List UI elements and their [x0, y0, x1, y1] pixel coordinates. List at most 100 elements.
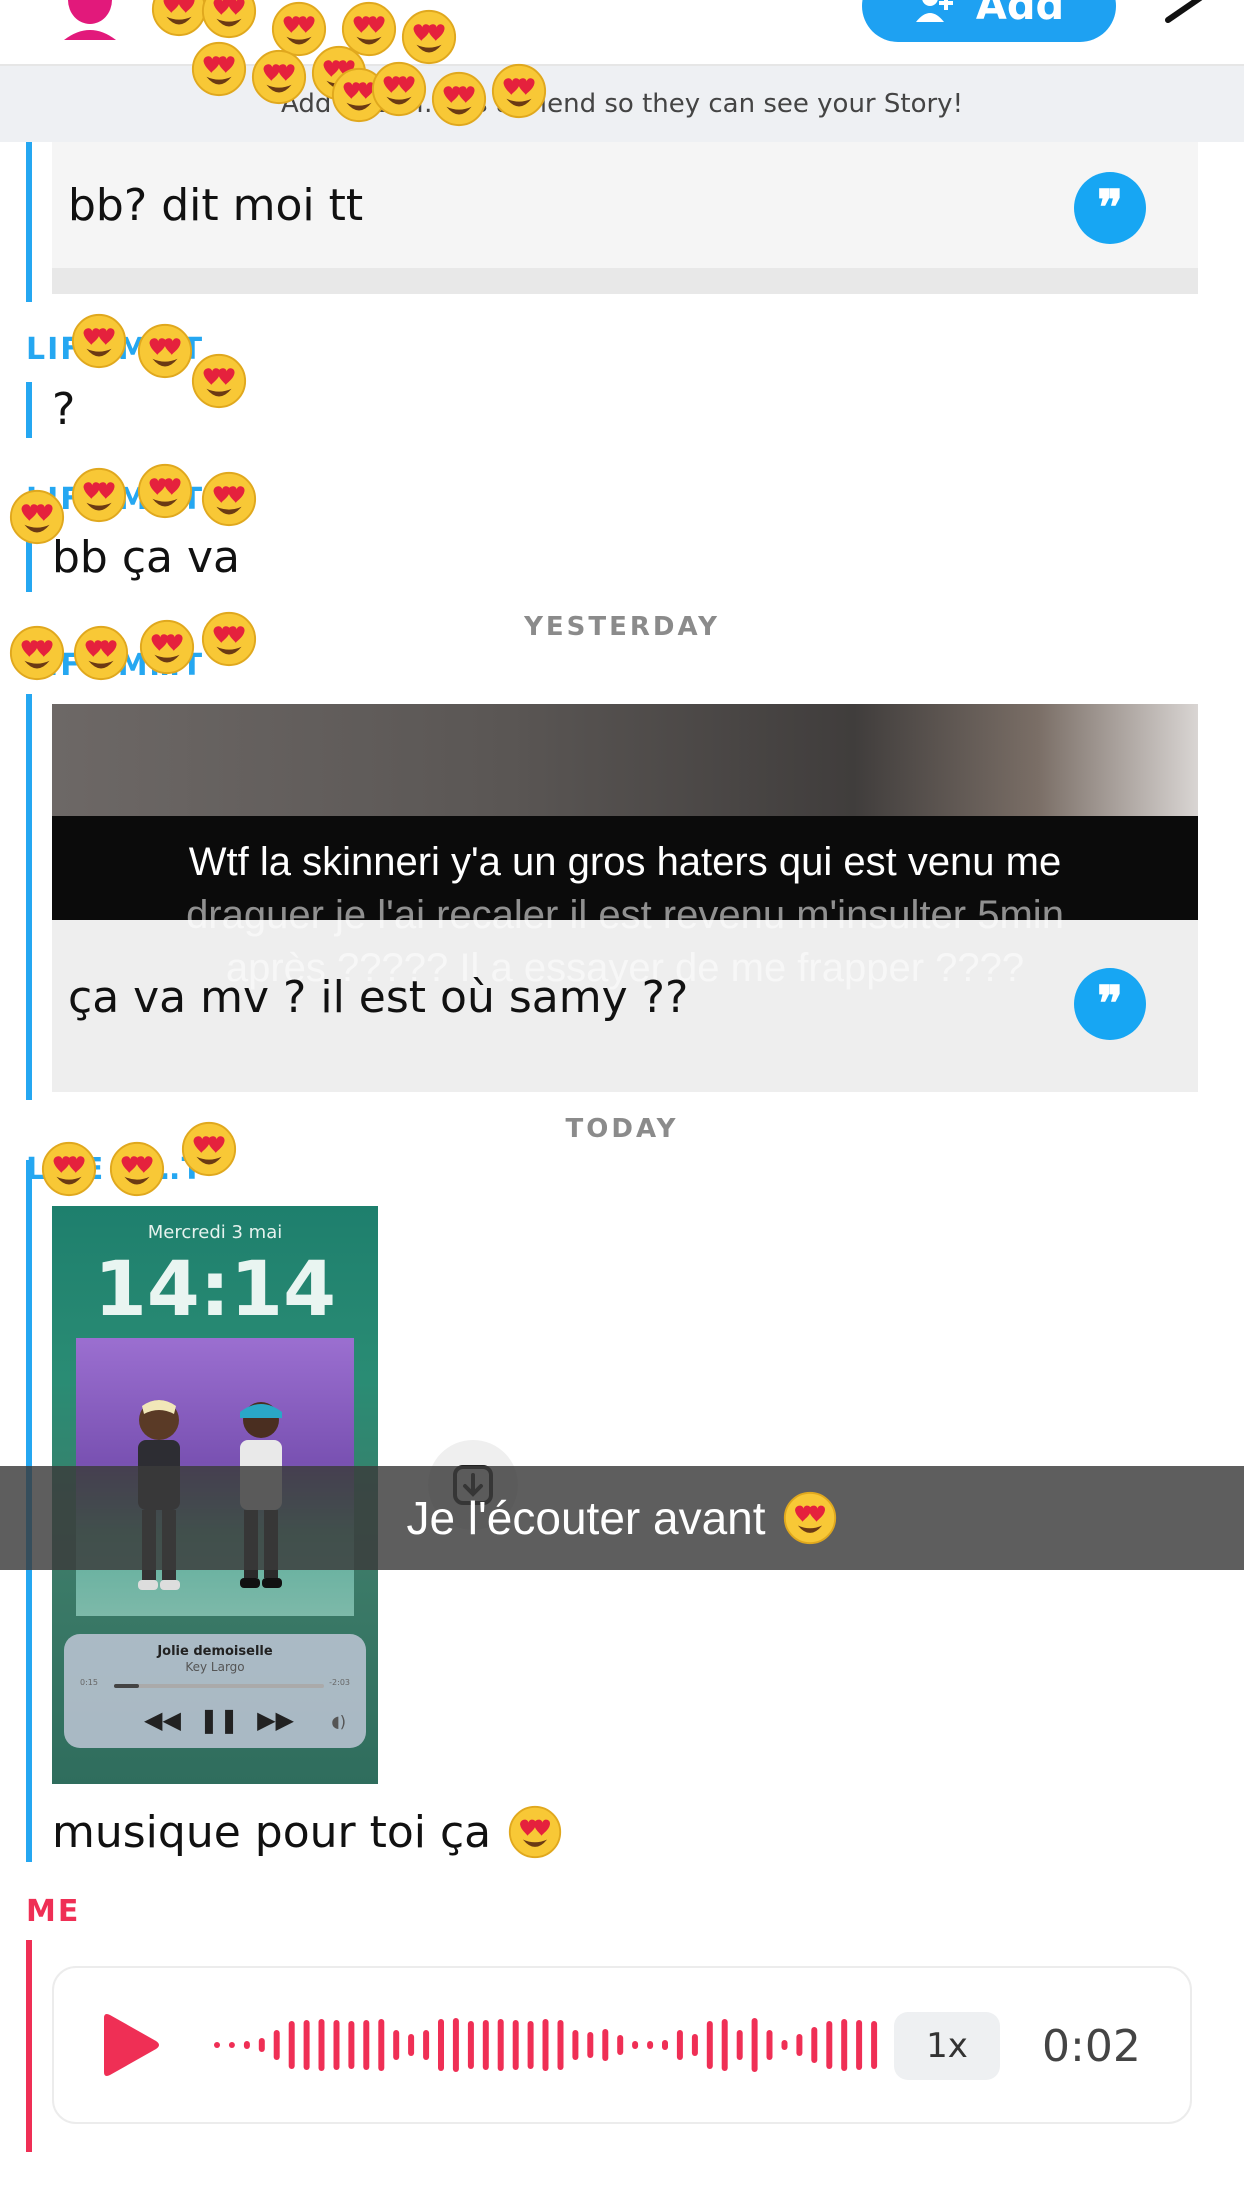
add-user-icon — [915, 0, 953, 22]
avatar[interactable] — [60, 0, 120, 42]
waveform-bar — [258, 2038, 265, 2052]
heart-eyes-emoji-icon — [180, 1120, 238, 1178]
waveform-bar — [676, 2030, 683, 2060]
heart-eyes-emoji-icon — [490, 62, 548, 120]
quote-reply-icon[interactable]: ❞ — [1074, 172, 1146, 244]
waveform-bar — [781, 2040, 788, 2050]
waveform-bar — [662, 2040, 668, 2050]
snap-overlay-caption: Je l'écouter avant — [0, 1466, 1244, 1570]
voice-note: 1x 0:02 — [52, 1966, 1192, 2124]
waveform-bar — [856, 2020, 863, 2070]
waveform-bar — [617, 2035, 624, 2055]
heart-eyes-emoji-icon — [138, 618, 196, 676]
quote-reply-icon[interactable]: ❞ — [1074, 968, 1146, 1040]
waveform-bar — [452, 2018, 459, 2072]
heart-eyes-emoji-icon — [72, 624, 130, 682]
song-artist: Key Largo — [185, 1660, 245, 1674]
add-button-label: Add — [975, 0, 1065, 29]
heart-eyes-emoji-icon — [200, 470, 258, 528]
snap-reply-text: ça va mv ? il est où samy ?? — [68, 972, 689, 1023]
waveform-bar — [826, 2021, 833, 2069]
player-controls: ◀◀ ❚❚ ▶▶ — [144, 1706, 294, 1734]
waveform-bar — [572, 2030, 579, 2060]
waveform-bar — [318, 2019, 325, 2071]
waveform-bar — [288, 2021, 295, 2069]
waveform-bar — [273, 2030, 280, 2060]
waveform-bar — [527, 2021, 534, 2069]
waveform-bar — [647, 2041, 654, 2049]
waveform-bar — [393, 2030, 400, 2060]
waveform-bar — [333, 2020, 340, 2070]
waveform-bar — [378, 2019, 385, 2071]
heart-eyes-emoji-icon — [108, 1140, 166, 1198]
message-bar — [26, 382, 32, 438]
snap-caption-line: Wtf la skinneri y'a un gros haters qui e… — [188, 840, 1062, 884]
heart-eyes-emoji-icon — [200, 0, 258, 40]
waveform-bar — [632, 2041, 639, 2049]
snap-caption-line: draguer je l'ai recaler il est revenu m'… — [186, 893, 1064, 937]
forward-icon: ▶▶ — [257, 1706, 294, 1734]
add-friend-button[interactable]: Add — [862, 0, 1116, 42]
waveform-bar — [408, 2034, 415, 2056]
heart-eyes-emoji-icon — [40, 1140, 98, 1198]
chat-message-text: musique pour toi ça — [52, 1806, 492, 1858]
sender-name: ME — [26, 1894, 81, 1929]
heart-eyes-emoji-icon — [190, 352, 248, 410]
song-progress-bar — [114, 1684, 324, 1688]
waveform-bar — [467, 2021, 474, 2069]
waveform-bar — [766, 2030, 773, 2060]
voice-duration: 0:02 — [1042, 2020, 1141, 2072]
heart-eyes-emoji-icon — [70, 466, 128, 524]
waveform-bar — [214, 2042, 220, 2048]
speaker-icon: ◖) — [331, 1712, 346, 1731]
waveform-bar — [497, 2019, 504, 2071]
waveform-bar — [796, 2034, 803, 2056]
chevron-icon[interactable] — [1160, 0, 1210, 30]
chat-message[interactable]: ? — [52, 384, 75, 435]
quoted-message-card[interactable]: bb? dit moi tt ❞ — [52, 142, 1198, 294]
waveform-bar — [303, 2020, 310, 2070]
waveform-bar — [482, 2020, 489, 2070]
waveform-bar — [438, 2019, 444, 2071]
waveform-bar — [587, 2032, 594, 2058]
waveform-bar — [751, 2018, 758, 2072]
card-footer — [52, 268, 1198, 294]
heart-eyes-emoji-icon — [8, 488, 66, 546]
waveform-bar — [228, 2042, 235, 2048]
waveform-bar — [706, 2021, 713, 2069]
heart-eyes-emoji-icon — [400, 8, 458, 66]
waveform-bar — [736, 2030, 743, 2060]
voice-waveform[interactable] — [212, 2012, 884, 2078]
heart-eyes-emoji-icon — [250, 48, 308, 106]
chat-message[interactable]: bb ça va — [52, 532, 240, 583]
waveform-bar — [557, 2020, 564, 2070]
message-bar — [26, 694, 32, 1100]
heart-eyes-emoji-icon — [136, 322, 194, 380]
waveform-bar — [811, 2027, 818, 2063]
waveform-bar — [512, 2020, 519, 2070]
waveform-bar — [602, 2029, 609, 2061]
playback-speed-button[interactable]: 1x — [894, 2012, 1000, 2080]
lockscreen-time: 14:14 — [94, 1244, 336, 1333]
heart-eyes-emoji-icon — [370, 60, 428, 118]
waveform-bar — [423, 2030, 430, 2060]
add-friend-banner[interactable]: Add LIFE M… as a friend so they can see … — [0, 66, 1244, 142]
quoted-message-text: bb? dit moi tt — [68, 180, 364, 231]
heart-eyes-emoji-icon — [782, 1490, 838, 1546]
chat-message[interactable]: musique pour toi ça — [52, 1804, 563, 1860]
waveform-bar — [542, 2019, 549, 2071]
lockscreen-date: Mercredi 3 mai — [147, 1222, 283, 1243]
song-remaining: -2:03 — [329, 1678, 350, 1687]
message-bar — [26, 1940, 32, 2152]
heart-eyes-emoji-icon — [200, 610, 258, 668]
rewind-icon: ◀◀ — [144, 1706, 181, 1734]
waveform-bar — [363, 2020, 370, 2070]
heart-eyes-emoji-icon — [70, 312, 128, 370]
snap-reply-card[interactable]: Wtf la skinneri y'a un gros haters qui e… — [52, 704, 1198, 1092]
heart-eyes-emoji-icon — [430, 70, 488, 128]
waveform-bar — [721, 2019, 728, 2071]
waveform-bar — [691, 2034, 698, 2056]
waveform-bar — [871, 2021, 878, 2069]
play-icon[interactable] — [98, 2012, 162, 2078]
heart-eyes-emoji-icon — [8, 624, 66, 682]
